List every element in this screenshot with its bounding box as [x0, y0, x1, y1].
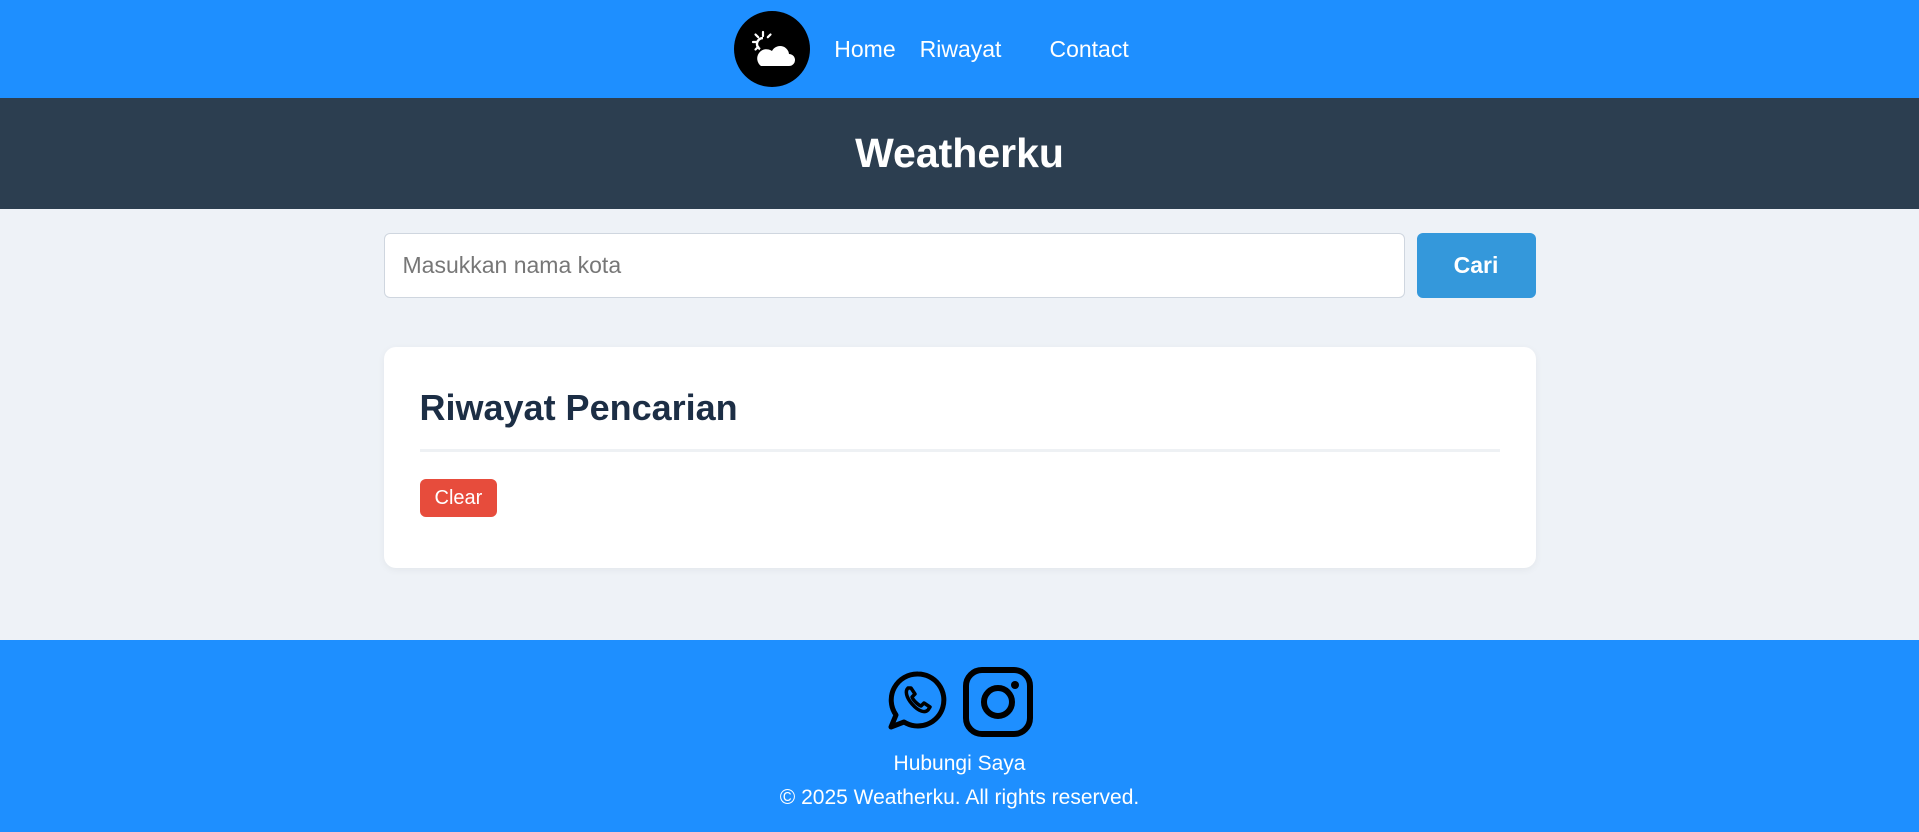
nav-link-contact[interactable]: Contact [1049, 36, 1128, 63]
city-search-input[interactable] [383, 233, 1405, 298]
footer-contact-label: Hubungi Saya [893, 752, 1026, 775]
instagram-link[interactable] [962, 666, 1034, 738]
search-button[interactable]: Cari [1416, 233, 1536, 298]
nav-link-riwayat[interactable]: Riwayat [920, 36, 1002, 63]
nav-link-home[interactable]: Home [834, 36, 895, 63]
history-card: Riwayat Pencarian Clear [383, 347, 1536, 568]
whatsapp-icon [888, 671, 946, 730]
sun-cloud-icon [752, 30, 796, 66]
top-navbar: Home Riwayat Contact [0, 0, 1919, 98]
nav-links: Home Riwayat Contact [810, 36, 1128, 63]
search-bar: Cari [383, 233, 1536, 298]
page-title: Weatherku [855, 130, 1064, 176]
copyright-text: © 2025 Weatherku. All rights reserved. [779, 786, 1140, 809]
history-title: Riwayat Pencarian [419, 387, 1500, 452]
instagram-icon [962, 667, 1033, 737]
social-links [0, 666, 1919, 738]
footer: Hubungi Saya © 2025 Weatherku. All right… [0, 640, 1919, 832]
hero-banner: Weatherku [0, 98, 1919, 209]
clear-history-button[interactable]: Clear [419, 479, 498, 517]
main-content: Cari Riwayat Pencarian Clear [383, 209, 1536, 568]
whatsapp-link[interactable] [886, 666, 950, 738]
logo[interactable] [734, 11, 811, 87]
